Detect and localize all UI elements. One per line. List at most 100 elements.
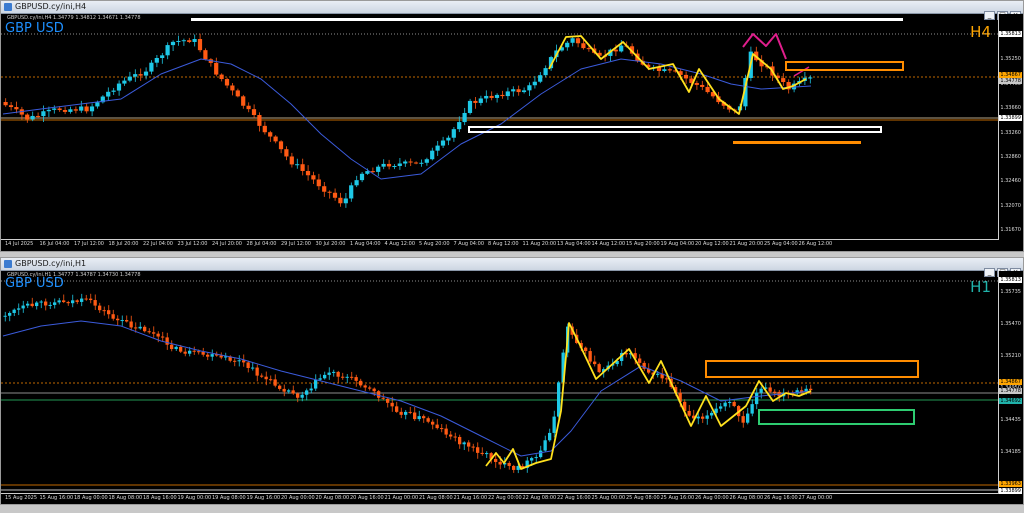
candle-body: [413, 412, 417, 420]
candle-body: [95, 102, 100, 107]
candle-body: [354, 180, 359, 186]
candle-body: [149, 62, 154, 72]
time-axis-label: 14 Jul 2025: [5, 241, 34, 247]
time-axis-label: 29 Jul 12:00: [281, 241, 311, 247]
candle-body: [403, 161, 408, 164]
time-axis-label: 25 Aug 16:00: [660, 495, 695, 501]
price-tag: 1.33963: [999, 481, 1022, 487]
candle-body: [160, 55, 165, 59]
candle-body: [152, 332, 156, 334]
price-axis-label: 1.31670: [1000, 227, 1021, 233]
candle-body: [473, 100, 478, 103]
time-axis-label: 22 Aug 00:00: [488, 495, 522, 501]
candle-body: [457, 122, 462, 130]
candle-body: [203, 50, 208, 60]
candle-body: [41, 111, 46, 117]
price-tag: 1.33899: [999, 488, 1022, 494]
candle-body: [480, 452, 484, 454]
time-axis-label: 4 Aug 12:00: [384, 241, 416, 247]
candle-body: [106, 91, 111, 97]
candle-body: [368, 387, 372, 389]
candle-body: [251, 367, 255, 369]
candle-body: [111, 90, 116, 92]
candle-body: [435, 424, 439, 429]
candle-body: [363, 385, 367, 388]
candle-body: [419, 162, 424, 164]
candle-body: [527, 85, 532, 91]
h1-chart-canvas[interactable]: [1, 271, 999, 493]
candle-body: [111, 314, 115, 319]
candle-body: [174, 346, 178, 350]
h4-time-axis[interactable]: 14 Jul 2025 16 Jul 04:00 17 Jul 12:00 18 Ju…: [1, 239, 999, 250]
candle-body: [451, 129, 456, 138]
candle-body: [246, 105, 251, 110]
candle-body: [224, 79, 230, 86]
candle-body: [710, 412, 714, 416]
candle-body: [638, 358, 642, 363]
candle-body: [458, 436, 462, 445]
time-axis-label: 8 Aug 12:00: [488, 241, 519, 247]
candle-body: [534, 457, 538, 459]
candle-body: [332, 371, 336, 373]
h4-chart-canvas[interactable]: [1, 14, 999, 239]
candle-body: [565, 42, 570, 48]
candle-body: [683, 74, 689, 79]
h1-time-axis[interactable]: 15 Aug 2025 15 Aug 16:00 18 Aug 00:00 18 Au…: [1, 493, 999, 504]
candle-body: [235, 90, 240, 97]
candle-body: [449, 434, 453, 437]
h4-price-axis[interactable]: 1.360501.352501.344601.336601.332601.328…: [998, 14, 1023, 239]
candle-body: [453, 436, 457, 438]
candle-body: [424, 159, 429, 163]
h4-chart-window[interactable]: GBPUSD.cy/ini,H4 _□× GBPUSD.cy/ini,H4 1.…: [0, 0, 1024, 252]
candle-body: [323, 374, 327, 379]
candle-body: [107, 310, 111, 315]
candle-body: [3, 315, 7, 317]
candle-body: [430, 150, 435, 160]
candle-body: [89, 298, 93, 301]
time-axis-label: 1 Aug 04:00: [350, 241, 381, 247]
candle-body: [808, 77, 813, 79]
candle-body: [269, 379, 273, 381]
candle-body: [165, 45, 170, 56]
candle-body: [543, 440, 547, 451]
candle-body: [494, 94, 500, 98]
candle-body: [120, 320, 124, 322]
candle-body: [296, 393, 300, 398]
candle-body: [435, 145, 440, 151]
time-axis-label: 25 Aug 04:00: [764, 241, 798, 247]
candle-body: [197, 39, 203, 51]
candle-body: [206, 354, 210, 357]
candle-body: [478, 98, 483, 103]
candle-body: [422, 416, 426, 419]
h4-titlebar[interactable]: GBPUSD.cy/ini,H4 _□×: [1, 1, 1023, 20]
h1-price-axis[interactable]: 1.357351.354701.352101.349501.344351.341…: [998, 271, 1023, 494]
candle-body: [79, 106, 84, 111]
candle-body: [316, 179, 321, 187]
candle-body: [295, 164, 300, 166]
orange-target-box: [705, 360, 919, 378]
h1-chart-window[interactable]: GBPUSD.cy/ini,H1 _□× GBPUSD.cy/ini,H1 1.…: [0, 257, 1024, 505]
time-axis-label: 21 Aug 16:00: [453, 495, 488, 501]
time-axis-label: 21 Aug 20:00: [729, 241, 764, 247]
time-axis-label: 28 Jul 04:00: [246, 241, 277, 247]
time-axis-label: 26 Aug 16:00: [764, 495, 798, 501]
candle-body: [233, 360, 237, 362]
candle-body: [300, 394, 304, 398]
candle-body: [701, 416, 705, 419]
candle-body: [98, 305, 102, 311]
candle-body: [662, 69, 667, 71]
candle-body: [12, 309, 16, 313]
candle-body: [377, 391, 381, 398]
candle-body: [278, 385, 282, 389]
candle-body: [44, 301, 48, 306]
time-axis-label: 26 Aug 08:00: [729, 495, 764, 501]
candle-body: [507, 462, 511, 466]
candle-body: [732, 401, 736, 407]
price-tag: 1.33899: [999, 115, 1022, 121]
candle-body: [273, 379, 277, 386]
h1-titlebar[interactable]: GBPUSD.cy/ini,H1 _□×: [1, 258, 1023, 277]
candle-body: [372, 388, 376, 392]
candle-body: [395, 406, 399, 412]
candle-body: [102, 310, 106, 312]
green-support-box: [758, 409, 915, 425]
